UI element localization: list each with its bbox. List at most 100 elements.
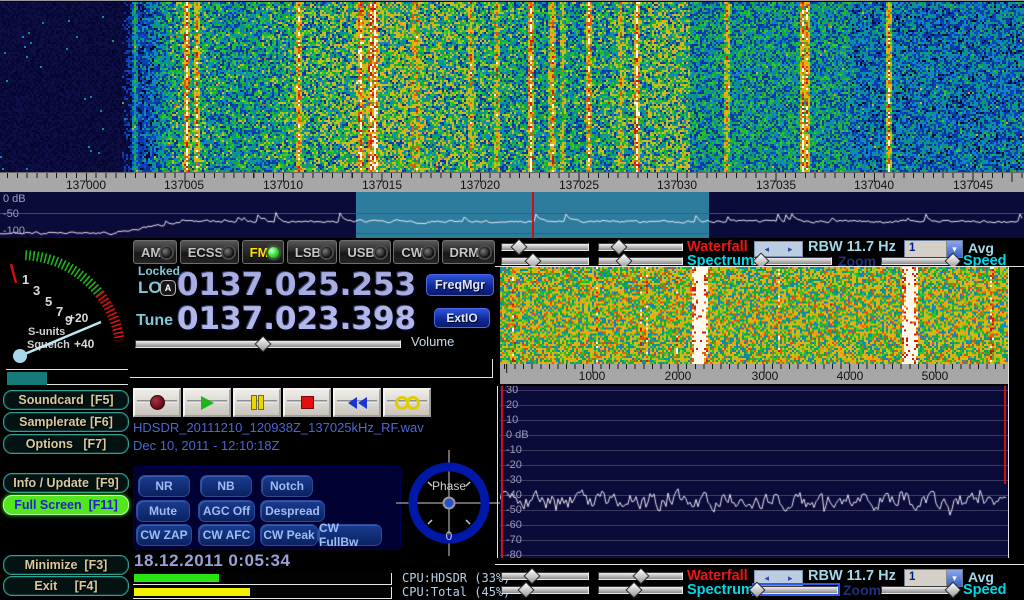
volume-label: Volume: [411, 334, 454, 349]
cw-peak-button[interactable]: CW Peak: [260, 524, 318, 546]
squelch-marker: [11, 264, 16, 283]
record-button[interactable]: [133, 388, 181, 417]
spectrum-range-slider[interactable]: [501, 256, 589, 265]
db-label: -10: [506, 444, 522, 456]
soundcard-button[interactable]: Soundcard [F5]: [3, 390, 129, 410]
avg-value: 1: [905, 241, 946, 257]
zoom-waterfall-display[interactable]: [500, 267, 1008, 364]
lo-label: LO: [138, 278, 162, 298]
db-label: 10: [506, 414, 518, 426]
waterfall-brightness-slider[interactable]: [598, 242, 683, 251]
zoom-frequency-scale[interactable]: 1000 2000 3000 4000 5000: [500, 364, 1008, 384]
mode-led: [161, 247, 172, 258]
left-panel: 1 3 5 7 9 +20 +40 S-units Squelch Soundc…: [0, 238, 130, 600]
rewind-button[interactable]: [333, 388, 381, 417]
volume-slider-thumb[interactable]: [254, 336, 271, 353]
nb-button[interactable]: NB: [200, 475, 252, 497]
waterfall-contrast-slider-2[interactable]: [501, 571, 589, 580]
main-frequency-scale[interactable]: 137000 137005 137010 137015 137020 13702…: [0, 172, 1024, 193]
mode-lsb-button[interactable]: LSB: [287, 240, 337, 264]
speed-label-2: Speed: [963, 582, 1007, 598]
mute-button[interactable]: Mute: [136, 500, 190, 522]
band-edge-marker-right: [1004, 386, 1006, 484]
zoom-spectrum-display[interactable]: 30 20 10 0 dB -10 -20 -30 -40 -50 -60 -7…: [500, 386, 1008, 558]
db-label: -30: [506, 474, 522, 486]
minimize-button[interactable]: Minimize [F3]: [3, 555, 129, 575]
svg-text:+20: +20: [68, 311, 89, 325]
loop-icon: [395, 396, 420, 410]
mode-drm-button[interactable]: DRM: [442, 240, 496, 264]
options-button[interactable]: Options [F7]: [3, 434, 129, 454]
spectrum-label-2[interactable]: Spectrum: [687, 582, 754, 598]
pause-icon: [252, 396, 263, 409]
panel-divider: [495, 564, 1024, 565]
waterfall-scroll-widget-2[interactable]: ◂ ▸: [754, 570, 803, 586]
volume-slider[interactable]: [135, 339, 401, 348]
svg-text:3: 3: [33, 283, 40, 298]
agc-off-button[interactable]: AGC Off: [198, 500, 255, 522]
mode-led: [375, 247, 386, 258]
main-waterfall-display[interactable]: [0, 0, 1024, 173]
main-spectrum-display[interactable]: 0 dB -50 -100: [0, 192, 1024, 238]
extio-button[interactable]: ExtIO: [434, 308, 490, 328]
fullscreen-button[interactable]: Full Screen [F11]: [3, 495, 129, 515]
tune-label: Tune: [136, 312, 173, 330]
speed-slider[interactable]: [881, 256, 958, 265]
db-label: -80: [506, 549, 522, 558]
main-spectrum-trace: [0, 192, 1024, 238]
lo-frequency-value[interactable]: 0137.025.253: [177, 270, 416, 300]
waterfall-brightness-slider-2[interactable]: [598, 571, 683, 580]
nr-button[interactable]: NR: [138, 475, 190, 497]
lo-auto-badge[interactable]: A: [160, 280, 176, 296]
samplerate-button[interactable]: Samplerate [F6]: [3, 412, 129, 432]
scroll-right-icon[interactable]: ▸: [779, 242, 803, 256]
play-button[interactable]: [183, 388, 231, 417]
loop-button[interactable]: [383, 388, 431, 417]
freq-tick-label: 137015: [362, 178, 402, 192]
spectrum-offset-slider-2[interactable]: [598, 585, 683, 594]
band-edge-marker-left: [501, 386, 503, 558]
notch-button[interactable]: Notch: [261, 475, 313, 497]
freq-tick-label: 5000: [922, 369, 949, 383]
cw-afc-button[interactable]: CW AFC: [198, 524, 255, 546]
mode-usb-button[interactable]: USB: [339, 240, 390, 264]
panel-divider: [497, 386, 498, 558]
freq-tick-label: 137020: [460, 178, 500, 192]
mode-am-button[interactable]: AM: [133, 240, 177, 264]
db-label: 30: [506, 386, 518, 396]
spectrum-range-slider-2[interactable]: [501, 585, 589, 594]
squelch-slider-line: [6, 369, 128, 370]
mode-ecss-button[interactable]: ECSS: [180, 240, 239, 264]
db-label: -20: [506, 459, 522, 471]
dsp-panel: NR NB Notch Mute AGC Off Despread CW ZAP…: [133, 466, 401, 550]
zoom-slider[interactable]: [753, 256, 832, 265]
db-label: -50: [3, 208, 19, 220]
pause-button[interactable]: [233, 388, 281, 417]
clock-datetime: 18.12.2011 0:05:34: [134, 551, 290, 571]
freq-tick-label: 137005: [164, 178, 204, 192]
despread-button[interactable]: Despread: [260, 500, 325, 522]
cw-zap-button[interactable]: CW ZAP: [136, 524, 192, 546]
freq-tick-label: 137000: [66, 178, 106, 192]
speed-slider-2[interactable]: [881, 585, 958, 594]
info-update-button[interactable]: Info / Update [F9]: [3, 473, 129, 493]
exit-button[interactable]: Exit [F4]: [3, 576, 129, 596]
spectrum-offset-slider[interactable]: [598, 256, 683, 265]
stop-icon: [301, 396, 314, 409]
hdsdr-window: 137000 137005 137010 137015 137020 13702…: [0, 0, 1024, 600]
mode-cw-button[interactable]: CW: [393, 240, 439, 264]
mode-fm-button[interactable]: FM: [242, 240, 285, 264]
cw-fullbw-button[interactable]: CW FullBw: [318, 524, 382, 546]
squelch-level-bar[interactable]: [7, 372, 47, 385]
right-panel: Waterfall ◂ ▸ RBW 11.7 Hz 1 ▾ Avg Spectr…: [495, 238, 1024, 600]
tune-frequency-value[interactable]: 0137.023.398: [177, 304, 416, 334]
freq-tick-label: 137040: [854, 178, 894, 192]
zoom-slider-2[interactable]: [754, 585, 838, 594]
freqmgr-button[interactable]: FreqMgr: [426, 274, 494, 296]
recording-filename: HDSDR_20111210_120938Z_137025kHz_RF.wav: [133, 420, 424, 435]
scroll-right-icon[interactable]: ▸: [779, 571, 803, 585]
waterfall-contrast-slider[interactable]: [501, 242, 589, 251]
rewind-icon: [348, 397, 367, 409]
svg-text:5: 5: [45, 294, 52, 309]
stop-button[interactable]: [283, 388, 331, 417]
